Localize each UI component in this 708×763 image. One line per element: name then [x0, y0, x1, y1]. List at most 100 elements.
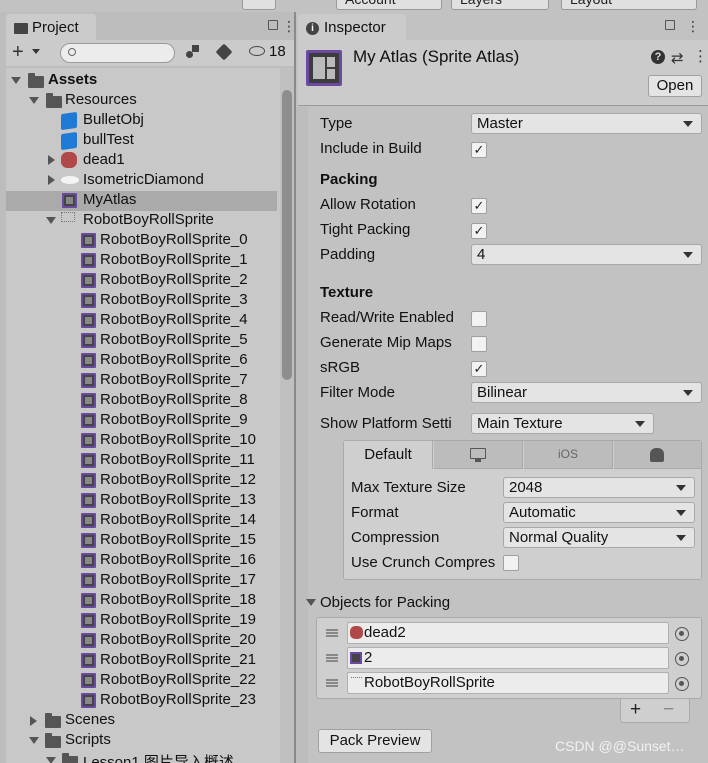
tree-item-sprite[interactable]: RobotBoyRollSprite_11	[100, 451, 255, 468]
include-in-build-checkbox[interactable]: ✓	[471, 142, 487, 158]
tree-item-sprite[interactable]: RobotBoyRollSprite_22	[100, 671, 256, 688]
tab-inspector[interactable]: i Inspector	[298, 14, 406, 42]
collapse-arrow-icon[interactable]	[48, 155, 55, 165]
drag-handle-icon[interactable]	[326, 654, 338, 662]
drag-handle-icon[interactable]	[326, 629, 338, 637]
tree-item-bulletobj[interactable]: BulletObj	[83, 111, 144, 128]
tree-item-sprite[interactable]: RobotBoyRollSprite_16	[100, 551, 256, 568]
lock-icon[interactable]	[665, 20, 675, 30]
compression-dropdown[interactable]: Normal Quality	[503, 527, 695, 548]
layers-toggle-button[interactable]	[242, 0, 276, 10]
expand-arrow-icon[interactable]	[46, 217, 56, 224]
tab-android[interactable]	[614, 441, 701, 469]
presets-icon[interactable]: ⇄	[671, 49, 684, 67]
tree-item-sprite[interactable]: RobotBoyRollSprite_23	[100, 691, 256, 708]
character-sprite-icon	[61, 152, 77, 168]
tree-item-sprite[interactable]: RobotBoyRollSprite_20	[100, 631, 256, 648]
open-button[interactable]: Open	[648, 75, 702, 97]
layers-dropdown[interactable]: Layers	[451, 0, 549, 10]
lock-icon[interactable]	[268, 20, 278, 30]
object-picker-icon[interactable]	[675, 677, 689, 691]
expand-arrow-icon[interactable]	[11, 77, 21, 84]
tree-item-sprite[interactable]: RobotBoyRollSprite_0	[100, 231, 248, 248]
add-element-button[interactable]: +	[630, 699, 641, 721]
collapse-arrow-icon[interactable]	[48, 175, 55, 185]
account-dropdown[interactable]: Account	[336, 0, 442, 10]
tree-item-scripts[interactable]: Scripts	[65, 731, 111, 748]
platform-settings-dropdown[interactable]: Main Texture	[471, 413, 654, 434]
tree-item-myatlas[interactable]: MyAtlas	[83, 191, 136, 208]
tree-item-sprite[interactable]: RobotBoyRollSprite_12	[100, 471, 256, 488]
tab-ios[interactable]: iOS	[524, 441, 613, 469]
expand-arrow-icon[interactable]	[46, 757, 56, 763]
tree-item-sprite[interactable]: RobotBoyRollSprite_18	[100, 591, 256, 608]
tight-packing-checkbox[interactable]: ✓	[471, 223, 487, 239]
tree-item-sprite[interactable]: RobotBoyRollSprite_7	[100, 371, 248, 388]
drag-handle-icon[interactable]	[326, 679, 338, 687]
use-crunch-checkbox[interactable]	[503, 555, 519, 571]
filter-by-type-icon[interactable]	[186, 45, 201, 60]
tree-item-isometricdiamond[interactable]: IsometricDiamond	[83, 171, 204, 188]
tree-item-sprite[interactable]: RobotBoyRollSprite_5	[100, 331, 248, 348]
tree-item-sprite[interactable]: RobotBoyRollSprite_1	[100, 251, 248, 268]
tree-item-sprite[interactable]: RobotBoyRollSprite_3	[100, 291, 248, 308]
tree-item-assets[interactable]: Assets	[48, 71, 97, 88]
expand-arrow-icon[interactable]	[306, 599, 316, 606]
layout-dropdown[interactable]: Layout	[561, 0, 697, 10]
format-dropdown[interactable]: Automatic	[503, 502, 695, 523]
tree-item-sprite[interactable]: RobotBoyRollSprite_8	[100, 391, 248, 408]
padding-dropdown[interactable]: 4	[471, 244, 702, 265]
tree-item-sprite[interactable]: RobotBoyRollSprite_14	[100, 511, 256, 528]
show-platform-label: Show Platform Setti	[320, 415, 452, 432]
collapse-arrow-icon[interactable]	[30, 716, 37, 726]
type-dropdown[interactable]: Master	[471, 113, 702, 134]
read-write-checkbox[interactable]	[471, 311, 487, 327]
scrollbar-track[interactable]	[280, 68, 294, 763]
tree-item-scenes[interactable]: Scenes	[65, 711, 115, 728]
chevron-down-icon[interactable]	[32, 49, 40, 54]
object-picker-icon[interactable]	[675, 627, 689, 641]
create-plus-icon[interactable]: +	[12, 40, 24, 64]
search-input[interactable]	[60, 43, 175, 63]
tab-default[interactable]: Default	[344, 441, 433, 469]
tab-project[interactable]: Project	[6, 14, 96, 42]
tree-item-sprite[interactable]: RobotBoyRollSprite_19	[100, 611, 256, 628]
pack-preview-button[interactable]: Pack Preview	[318, 729, 432, 753]
object-field[interactable]: RobotBoyRollSprite	[347, 672, 669, 694]
tree-item-sprite[interactable]: RobotBoyRollSprite_2	[100, 271, 248, 288]
more-menu-icon[interactable]: ⋮	[693, 47, 708, 65]
objects-for-packing-header[interactable]: Objects for Packing	[320, 594, 450, 611]
tree-item-resources[interactable]: Resources	[65, 91, 137, 108]
object-field[interactable]: dead2	[347, 622, 669, 644]
generate-mip-checkbox[interactable]	[471, 336, 487, 352]
tree-item-sprite[interactable]: RobotBoyRollSprite_6	[100, 351, 248, 368]
sprite-icon	[81, 533, 96, 548]
object-field[interactable]: 2	[347, 647, 669, 669]
expand-arrow-icon[interactable]	[29, 97, 39, 104]
tree-item-dead1[interactable]: dead1	[83, 151, 125, 168]
allow-rotation-checkbox[interactable]: ✓	[471, 198, 487, 214]
tree-item-sprite[interactable]: RobotBoyRollSprite_4	[100, 311, 248, 328]
inspector-scrollbar[interactable]	[296, 107, 308, 763]
object-picker-icon[interactable]	[675, 652, 689, 666]
tree-item-bulltest[interactable]: bullTest	[83, 131, 134, 148]
help-icon[interactable]: ?	[651, 50, 665, 64]
tree-item-robotboyrollsprite[interactable]: RobotBoyRollSprite	[83, 211, 214, 228]
tree-item-sprite[interactable]: RobotBoyRollSprite_21	[100, 651, 256, 668]
scrollbar-thumb[interactable]	[282, 90, 292, 380]
filter-mode-dropdown[interactable]: Bilinear	[471, 382, 702, 403]
tree-item-sprite[interactable]: RobotBoyRollSprite_15	[100, 531, 256, 548]
tab-standalone[interactable]	[434, 441, 523, 469]
max-texture-size-dropdown[interactable]: 2048	[503, 477, 695, 498]
expand-arrow-icon[interactable]	[29, 737, 39, 744]
tree-item-lesson1[interactable]: Lesson1 图片导入概述	[83, 751, 234, 763]
more-menu-icon[interactable]: ⋮	[686, 18, 700, 35]
tree-item-sprite[interactable]: RobotBoyRollSprite_17	[100, 571, 256, 588]
tree-item-sprite[interactable]: RobotBoyRollSprite_10	[100, 431, 256, 448]
hidden-eye-icon[interactable]	[249, 46, 265, 56]
tree-item-sprite[interactable]: RobotBoyRollSprite_13	[100, 491, 256, 508]
remove-element-button[interactable]: −	[663, 699, 674, 721]
tree-item-sprite[interactable]: RobotBoyRollSprite_9	[100, 411, 248, 428]
srgb-checkbox[interactable]: ✓	[471, 361, 487, 377]
filter-by-label-icon[interactable]	[215, 43, 233, 61]
